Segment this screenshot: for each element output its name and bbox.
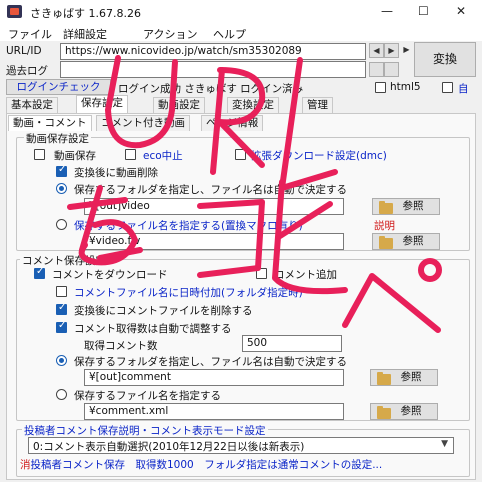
next-button[interactable]: ▶ bbox=[384, 43, 399, 58]
window-title: さきゅばす 1.67.8.26 bbox=[30, 7, 141, 20]
comment-mode-value: 0:コメント表示自動選択(2010年12月22日以後は新表示) bbox=[33, 441, 305, 453]
delete-video-checkbox[interactable] bbox=[56, 164, 67, 177]
comment-file-radio-label: 保存するファイル名を指定する bbox=[74, 390, 221, 402]
video-file-radio-label: 保存するファイル名を指定する(置換マクロ有り) bbox=[74, 220, 303, 232]
save-video-checkbox[interactable] bbox=[34, 149, 45, 160]
past-log-button-2[interactable] bbox=[384, 62, 399, 77]
auto-adjust-label: コメント取得数は自動で調整する bbox=[74, 323, 232, 335]
menu-arrow-button[interactable]: ▶ bbox=[399, 43, 414, 58]
video-file-radio[interactable] bbox=[56, 219, 67, 230]
comment-file-browse-label: 参照 bbox=[400, 405, 422, 417]
comment-mode-select[interactable]: 0:コメント表示自動選択(2010年12月22日以後は新表示) ▼ bbox=[28, 437, 454, 454]
dmc-label: 拡張ダウンロード設定(dmc) bbox=[251, 150, 387, 162]
folder-icon bbox=[377, 372, 391, 385]
append-comment-checkbox[interactable] bbox=[256, 268, 267, 279]
delete-comment-checkbox[interactable] bbox=[56, 302, 67, 315]
video-explain-link[interactable]: 説明 bbox=[374, 218, 395, 233]
video-folder-radio-label: 保存するフォルダを指定し、ファイル名は自動で決定する bbox=[74, 184, 347, 196]
past-log-input[interactable] bbox=[60, 61, 366, 78]
url-label: URL/ID bbox=[6, 45, 42, 57]
comment-file-browse-button[interactable]: 参照 bbox=[370, 403, 438, 420]
convert-button[interactable]: 変換 bbox=[414, 42, 476, 77]
comment-folder-browse-label: 参照 bbox=[400, 371, 422, 383]
download-comment-checkbox[interactable] bbox=[34, 266, 45, 279]
url-input[interactable]: https://www.nicovideo.jp/watch/sm3530208… bbox=[60, 43, 366, 60]
close-button[interactable]: ✕ bbox=[456, 4, 466, 18]
app-icon bbox=[7, 5, 22, 18]
eco-stop-checkbox[interactable] bbox=[125, 149, 136, 160]
comment-file-input[interactable]: ¥comment.xml bbox=[84, 403, 344, 420]
video-folder-browse-button[interactable]: 参照 bbox=[372, 198, 440, 215]
comment-folder-input[interactable]: ¥[out]comment bbox=[84, 369, 344, 386]
video-file-browse-label: 参照 bbox=[402, 235, 424, 247]
video-folder-input[interactable]: ¥[out]video bbox=[84, 198, 344, 215]
tab-save[interactable]: 保存設定 bbox=[76, 95, 128, 113]
right-checkbox[interactable] bbox=[442, 82, 453, 93]
comment-file-radio[interactable] bbox=[56, 389, 67, 400]
save-video-label: 動画保存 bbox=[54, 150, 96, 162]
login-check-button[interactable]: ログインチェック bbox=[6, 79, 111, 95]
tab-manage[interactable]: 管理 bbox=[302, 97, 333, 113]
past-log-label: 過去ログ bbox=[6, 65, 48, 77]
download-comment-label: コメントをダウンロード bbox=[52, 269, 168, 281]
poster-status-text: 投稿者コメント保存 取得数1000 フォルダ指定は通常コメントの設定... bbox=[30, 459, 383, 471]
poster-comment-status: 消投稿者コメント保存 取得数1000 フォルダ指定は通常コメントの設定... bbox=[20, 457, 382, 472]
folder-icon bbox=[379, 201, 393, 214]
folder-icon bbox=[379, 236, 393, 249]
video-file-input[interactable]: ¥video.flv bbox=[84, 233, 344, 250]
minimize-button[interactable]: — bbox=[381, 4, 393, 18]
auto-adjust-checkbox[interactable] bbox=[56, 320, 67, 333]
menu-help[interactable]: ヘルプ bbox=[213, 26, 246, 42]
comment-date-checkbox[interactable] bbox=[56, 286, 67, 297]
append-comment-label: コメント追加 bbox=[274, 269, 337, 281]
eco-stop-label: eco中止 bbox=[143, 150, 183, 162]
folder-icon bbox=[377, 406, 391, 419]
poster-status-red-mark: 消 bbox=[20, 459, 31, 471]
menu-action[interactable]: アクション bbox=[143, 26, 197, 42]
video-file-browse-button[interactable]: 参照 bbox=[372, 233, 440, 250]
video-folder-radio[interactable] bbox=[56, 183, 67, 194]
poster-group-title[interactable]: 投稿者コメント保存説明・コメント表示モード設定 bbox=[22, 423, 268, 438]
chevron-down-icon: ▼ bbox=[441, 439, 448, 449]
menu-file[interactable]: ファイル bbox=[8, 26, 52, 42]
tab-convert[interactable]: 変換設定 bbox=[227, 97, 279, 113]
prev-button[interactable]: ◀ bbox=[369, 43, 384, 58]
html5-label: html5 bbox=[390, 81, 421, 93]
comment-folder-radio[interactable] bbox=[56, 355, 67, 366]
subtab-video-comment[interactable]: 動画・コメント bbox=[8, 115, 92, 131]
video-group-title: 動画保存設定 bbox=[24, 131, 91, 146]
maximize-button[interactable]: ☐ bbox=[418, 4, 429, 18]
tab-basic[interactable]: 基本設定 bbox=[6, 97, 58, 113]
comment-count-label: 取得コメント数 bbox=[84, 340, 158, 352]
subtab-page-info[interactable]: ページ情報 bbox=[201, 115, 264, 131]
subtab-commented-video[interactable]: コメント付き動画 bbox=[96, 115, 190, 131]
html5-checkbox[interactable] bbox=[375, 82, 386, 93]
tab-video[interactable]: 動画設定 bbox=[153, 97, 205, 113]
comment-date-label: コメントファイル名に日時付加(フォルダ指定時) bbox=[74, 287, 303, 299]
login-status: ログイン成功 さきゅばす ログイン済み bbox=[118, 83, 304, 95]
right-label: 自 bbox=[458, 83, 469, 95]
comment-group-title: コメント保存設定 bbox=[20, 253, 108, 268]
dmc-checkbox[interactable] bbox=[235, 149, 246, 160]
video-folder-browse-label: 参照 bbox=[402, 200, 424, 212]
delete-video-label: 変換後に動画削除 bbox=[74, 167, 158, 179]
delete-comment-label: 変換後にコメントファイルを削除する bbox=[74, 305, 253, 317]
menu-advanced-settings[interactable]: 詳細設定 bbox=[63, 26, 107, 42]
comment-folder-radio-label: 保存するフォルダを指定し、ファイル名は自動で決定する bbox=[74, 356, 347, 368]
comment-count-input[interactable]: 500 bbox=[242, 335, 342, 352]
past-log-button-1[interactable] bbox=[369, 62, 384, 77]
comment-folder-browse-button[interactable]: 参照 bbox=[370, 369, 438, 386]
